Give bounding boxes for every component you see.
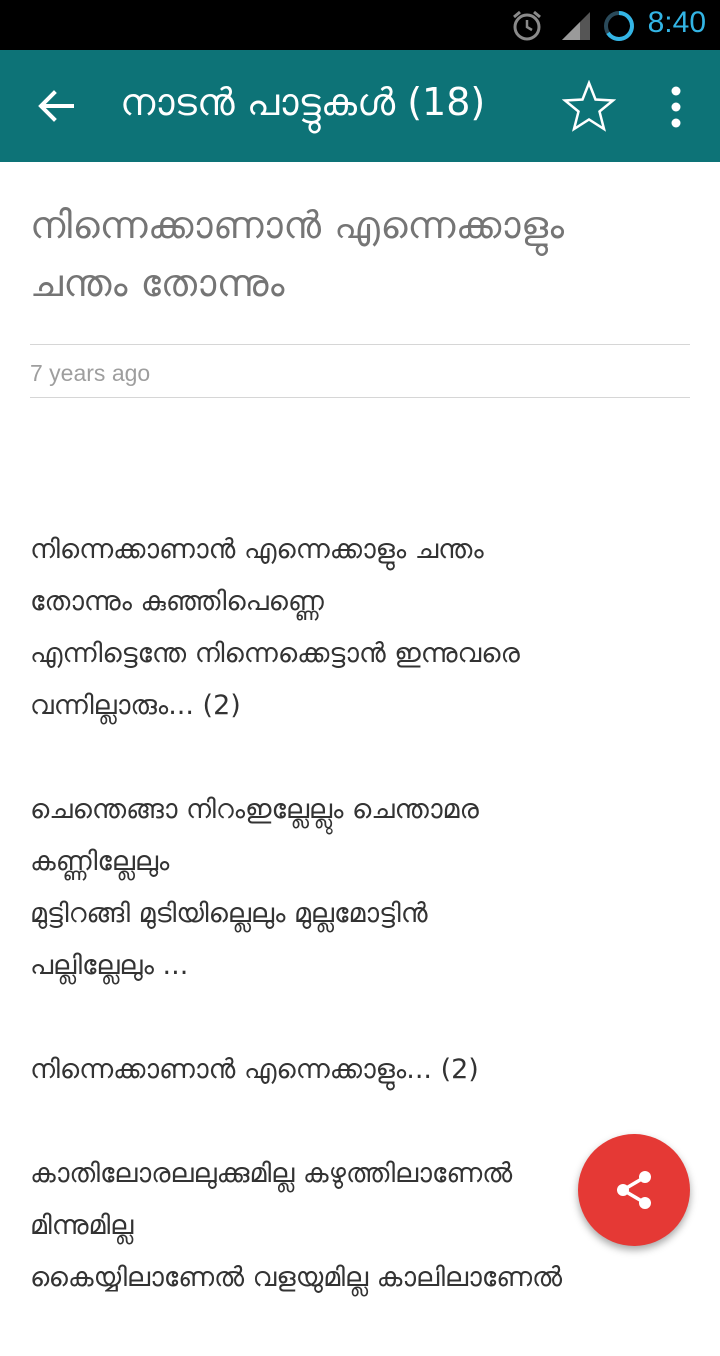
- lyric-line: മുട്ടിറങ്ങി മുടിയില്ലെലും മുല്ലമോട്ടിൻ: [30, 898, 428, 929]
- lyric-line: എന്നിട്ടെന്തേ നിന്നെക്കെട്ടാൻ ഇന്നുവരെ: [30, 638, 520, 669]
- clock-time: 8:40: [647, 6, 706, 39]
- status-bar: 8:40: [0, 0, 720, 50]
- share-button[interactable]: [578, 1134, 690, 1246]
- lyric-line: നിന്നെക്കാണാൻ എന്നെക്കാളും ചന്തം: [30, 534, 484, 565]
- lyric-line: പല്ലില്ലേലും ...: [30, 950, 189, 981]
- article-title-line: നിന്നെക്കാണാൻ എന്നെക്കാളും: [30, 203, 565, 247]
- more-options-icon[interactable]: [656, 84, 696, 130]
- lyric-line: കൈയ്യിലാണേൽ വളയുമില്ല കാലിലാണേൽ: [30, 1262, 563, 1293]
- lyric-line: തോന്നും കുഞ്ഞിപെണ്ണെ: [30, 586, 324, 617]
- alarm-icon: [513, 10, 541, 41]
- battery-icon: [604, 11, 634, 41]
- article-title: നിന്നെക്കാണാൻ എന്നെക്കാളും ചന്തം തോന്നും: [30, 162, 690, 312]
- app-bar: നാടൻ പാട്ടുകൾ (18): [0, 50, 720, 162]
- stanza: നിന്നെക്കാണാൻ എന്നെക്കാളും ചന്തം തോന്നും…: [30, 524, 690, 732]
- back-arrow-icon[interactable]: [36, 86, 76, 126]
- divider: [30, 397, 690, 398]
- signal-icon: [562, 12, 590, 40]
- share-icon: [617, 1171, 651, 1209]
- article-title-line: ചന്തം തോന്നും: [30, 261, 285, 305]
- lyric-line: ചെന്തെങ്ങാ നിറംഇല്ലേല്ലും ചെന്താമര: [30, 794, 479, 825]
- stanza: നിന്നെക്കാണാൻ എന്നെക്കാളും... (2): [30, 1044, 690, 1096]
- lyric-line: നിന്നെക്കാണാൻ എന്നെക്കാളും... (2): [30, 1054, 479, 1085]
- page-title: നാടൻ പാട്ടുകൾ (18): [120, 80, 486, 124]
- post-time: 7 years ago: [30, 360, 151, 386]
- stanza: ചെന്തെങ്ങാ നിറംഇല്ലേല്ലും ചെന്താമര കണ്ണി…: [30, 784, 690, 992]
- lyric-line: വന്നില്ലാരും... (2): [30, 690, 241, 721]
- star-icon[interactable]: [562, 80, 616, 134]
- lyric-line: കണ്ണില്ലേലും: [30, 846, 170, 877]
